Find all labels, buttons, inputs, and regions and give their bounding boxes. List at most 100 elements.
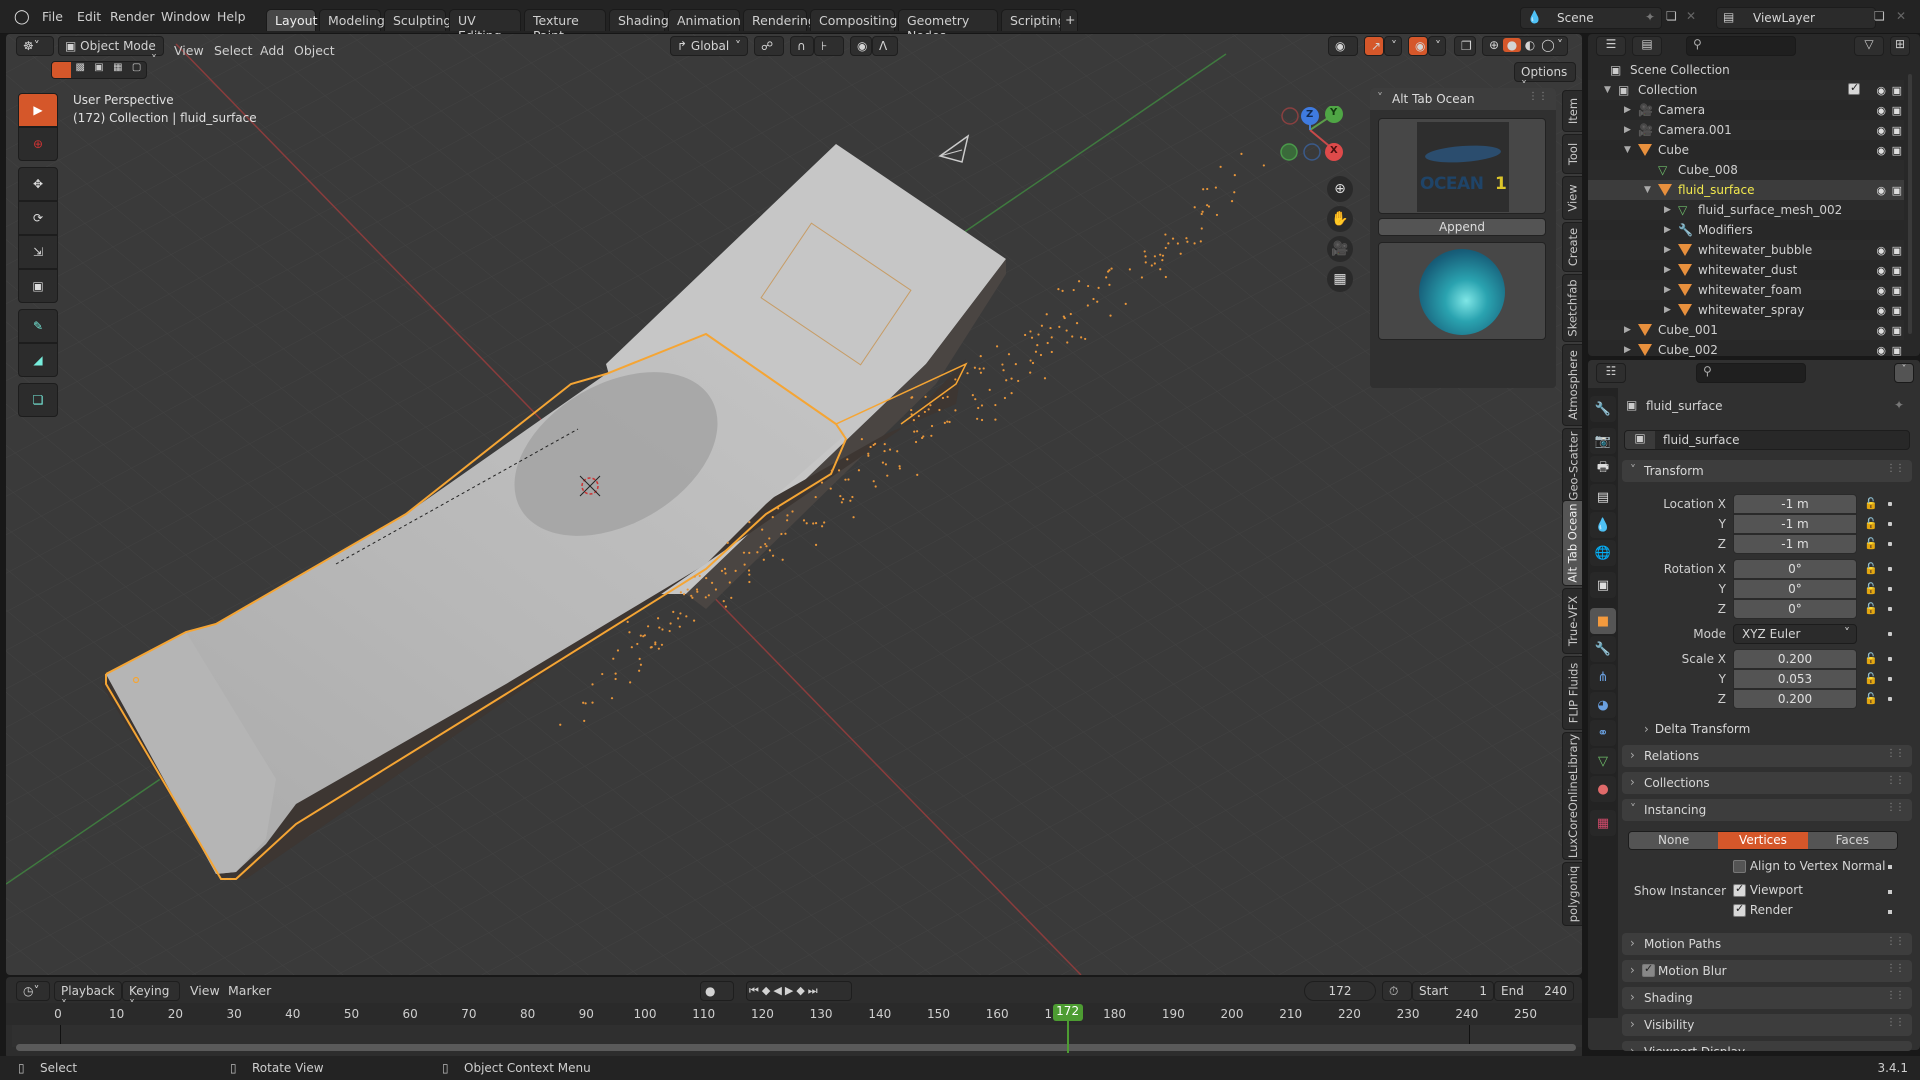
n-tab-alt-tab-ocean[interactable]: Alt Tab Ocean <box>1562 500 1582 586</box>
add-cube-tool[interactable]: ❏ <box>18 383 58 417</box>
outliner-scrollbar[interactable] <box>1908 74 1912 334</box>
render-camera-icon[interactable]: ▣ <box>1892 84 1902 97</box>
pin-icon[interactable]: ✦ <box>1894 398 1904 412</box>
location-x-field[interactable]: -1 m <box>1733 494 1857 514</box>
keyframe-dot[interactable] <box>1888 567 1892 571</box>
viewport-menu-object[interactable]: Object <box>294 43 335 58</box>
keyframe-dot[interactable] <box>1888 697 1892 701</box>
snap-target-button[interactable]: ⊦ <box>814 36 844 56</box>
drag-grip-icon[interactable]: ⋮⋮ <box>1886 990 1905 1001</box>
render-camera-icon[interactable]: ▣ <box>1892 104 1902 117</box>
viewport-menu-view[interactable]: View <box>174 43 204 58</box>
n-tab-flip-fluids[interactable]: FLIP Fluids <box>1562 656 1582 730</box>
disclosure-collapsed-icon[interactable]: ▶ <box>1624 345 1631 355</box>
rotation-y-field[interactable]: 0° <box>1733 579 1857 599</box>
jump-start-icon[interactable]: ⏮ <box>749 984 762 997</box>
pivot-point-button[interactable]: ☍ <box>754 36 784 56</box>
outliner-row[interactable]: ▶ 🎥 Camera ◉ ▣ <box>1588 100 1904 120</box>
tab-modifiers[interactable]: 🔧 <box>1590 636 1616 662</box>
auto-keying-toggle[interactable]: ● <box>700 981 734 1001</box>
n-tab-sketchfab[interactable]: Sketchfab <box>1562 274 1582 342</box>
editor-type-button[interactable]: ☸˅ <box>16 36 54 56</box>
lock-icon[interactable]: 🔓 <box>1864 672 1878 685</box>
drag-grip-icon[interactable]: ⋮⋮ <box>1886 936 1905 947</box>
render-camera-icon[interactable]: ▣ <box>1892 264 1902 277</box>
lock-icon[interactable]: 🔓 <box>1864 537 1878 550</box>
new-scene-icon[interactable]: ❏ <box>1666 9 1677 23</box>
disclosure-collapsed-icon[interactable]: ▶ <box>1664 225 1671 235</box>
keyframe-dot[interactable] <box>1888 910 1892 914</box>
menu-edit[interactable]: Edit <box>77 9 101 24</box>
eye-icon[interactable]: ◉ <box>1876 264 1886 277</box>
render-camera-icon[interactable]: ▣ <box>1892 244 1902 257</box>
tab-world[interactable]: 🌐 <box>1590 540 1616 566</box>
pin-icon[interactable]: ✦ <box>1645 10 1655 24</box>
playhead-line[interactable] <box>1066 1021 1069 1053</box>
instancing-none-option[interactable]: None <box>1629 832 1719 849</box>
disclosure-collapsed-icon[interactable]: ▶ <box>1624 105 1631 115</box>
exclude-checkbox[interactable] <box>1848 81 1860 95</box>
visibility-panel-header[interactable]: › Visibility ⋮⋮ <box>1622 1014 1912 1036</box>
playhead-frame-badge[interactable]: 172 <box>1052 1004 1083 1021</box>
outliner-row[interactable]: ▶ whitewater_bubble ◉ ▣ <box>1588 240 1904 260</box>
select-intersect-icon[interactable]: ▢ <box>127 62 146 78</box>
play-icon[interactable]: ▶ <box>785 984 796 997</box>
show-instancer-render-row[interactable]: Render <box>1733 902 1793 917</box>
disclosure-expanded-icon[interactable]: ▼ <box>1644 185 1651 195</box>
tab-particles[interactable]: ⋔ <box>1590 664 1616 690</box>
select-subtract-icon[interactable]: ▣ <box>90 62 109 78</box>
disclosure-collapsed-icon[interactable]: ▶ <box>1624 125 1631 135</box>
falloff-button[interactable]: Λ <box>872 36 898 56</box>
eye-icon[interactable]: ◉ <box>1876 284 1886 297</box>
keyframe-dot[interactable] <box>1888 522 1892 526</box>
outliner-row[interactable]: ▶ 🎥 Camera.001 ◉ ▣ <box>1588 120 1904 140</box>
tab-physics[interactable]: ◕ <box>1590 692 1616 718</box>
filter-button[interactable]: ▽ <box>1854 36 1884 56</box>
render-camera-icon[interactable]: ▣ <box>1892 284 1902 297</box>
gizmo-toggle[interactable]: ↗ <box>1364 36 1384 56</box>
viewport-checkbox[interactable] <box>1733 882 1746 897</box>
keyframe-dot[interactable] <box>1888 587 1892 591</box>
view-layer-selector[interactable]: ▤ ViewLayer <box>1716 7 1876 29</box>
select-new-icon[interactable] <box>52 62 71 78</box>
render-camera-icon[interactable]: ▣ <box>1892 184 1902 197</box>
keyframe-dot[interactable] <box>1888 542 1892 546</box>
keyframe-dot[interactable] <box>1888 632 1892 636</box>
new-view-layer-icon[interactable]: ❏ <box>1874 9 1885 23</box>
eye-icon[interactable]: ◉ <box>1876 324 1886 337</box>
wireframe-shading-icon[interactable]: ⊕ <box>1485 38 1503 52</box>
object-name-field[interactable]: ▣ fluid_surface <box>1624 430 1910 450</box>
shading-panel-header[interactable]: › Shading ⋮⋮ <box>1622 987 1912 1009</box>
eye-icon[interactable]: ◉ <box>1876 304 1886 317</box>
instancing-faces-option[interactable]: Faces <box>1807 832 1897 849</box>
tab-view-layer[interactable]: ▤ <box>1590 484 1616 510</box>
outliner-row[interactable]: ▶ whitewater_foam ◉ ▣ <box>1588 280 1904 300</box>
drag-grip-icon[interactable]: ⋮⋮ <box>1886 963 1905 974</box>
menu-render[interactable]: Render <box>110 9 155 24</box>
align-vertex-normal-row[interactable]: Align to Vertex Normal <box>1733 859 1885 873</box>
align-vertex-normal-checkbox[interactable] <box>1733 860 1746 873</box>
tab-constraints[interactable]: ⚭ <box>1590 720 1616 746</box>
timeline-menu-view[interactable]: View <box>190 983 220 998</box>
tab-scripting[interactable]: Scripting <box>1001 9 1066 31</box>
outliner-row-scene-collection[interactable]: ▣ Scene Collection <box>1588 60 1904 80</box>
disclosure-expanded-icon[interactable]: ▼ <box>1624 145 1631 155</box>
append-button[interactable]: Append <box>1378 218 1546 236</box>
render-camera-icon[interactable]: ▣ <box>1892 124 1902 137</box>
blender-logo-icon[interactable]: ◯ <box>14 9 32 25</box>
display-mode-selector[interactable]: ▤ <box>1632 36 1662 56</box>
outliner-editor-type[interactable]: ☰ <box>1596 36 1626 56</box>
play-reverse-icon[interactable]: ◀ <box>773 984 784 997</box>
eye-icon[interactable]: ◉ <box>1876 124 1886 137</box>
properties-options-button[interactable]: ˅ <box>1894 363 1914 383</box>
eye-icon[interactable]: ◉ <box>1876 244 1886 257</box>
tab-texture-paint[interactable]: Texture Paint <box>524 9 606 43</box>
tab-object[interactable]: ■ <box>1590 608 1616 634</box>
n-tab-tool[interactable]: Tool <box>1562 134 1582 174</box>
keyframe-dot[interactable] <box>1888 890 1892 894</box>
n-tab-create[interactable]: Create <box>1562 222 1582 272</box>
drag-grip-icon[interactable]: ⋮⋮ <box>1886 1017 1905 1028</box>
select-box-tool[interactable]: ▶ <box>18 93 58 127</box>
scale-tool[interactable]: ⇲ <box>18 235 58 269</box>
n-tab-view[interactable]: View <box>1562 176 1582 220</box>
